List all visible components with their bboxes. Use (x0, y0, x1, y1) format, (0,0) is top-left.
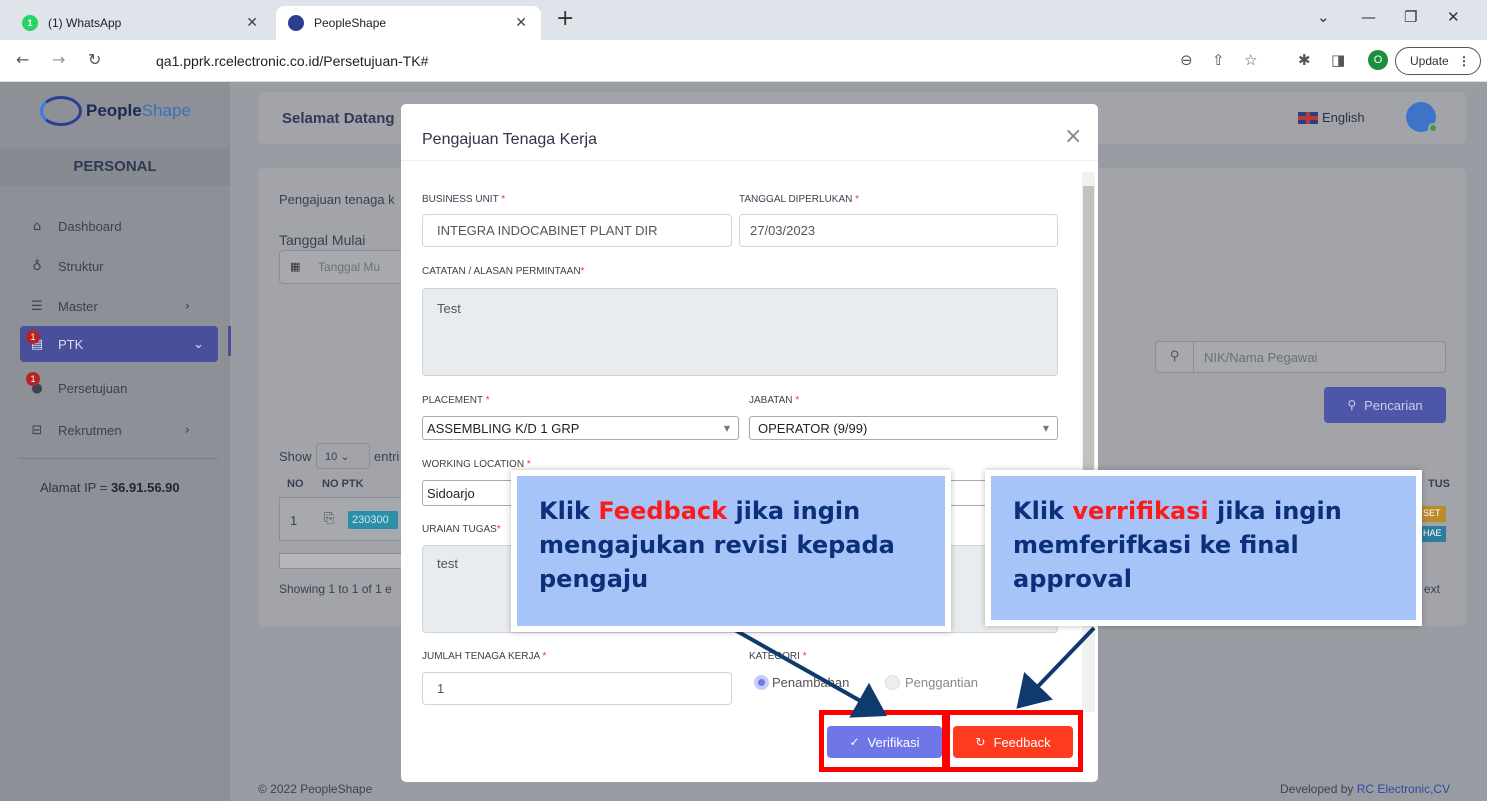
callout-feedback-text: Klik Feedback jika ingin mengajukan revi… (517, 476, 945, 626)
callout-highlight: verrifikasi (1072, 497, 1209, 525)
callout-feedback: Klik Feedback jika ingin mengajukan revi… (511, 470, 951, 632)
callout-pre: Klik (1013, 497, 1073, 525)
arrow-right-callout (1016, 626, 1096, 709)
arrow-left-callout (734, 628, 887, 718)
callout-highlight: Feedback (598, 497, 728, 525)
callout-verifikasi: Klik verrifikasi jika ingin memferifkasi… (985, 470, 1422, 626)
callout-pre: Klik (539, 497, 599, 525)
callout-verifikasi-text: Klik verrifikasi jika ingin memferifkasi… (991, 476, 1416, 620)
callout-arrows (734, 626, 1096, 718)
